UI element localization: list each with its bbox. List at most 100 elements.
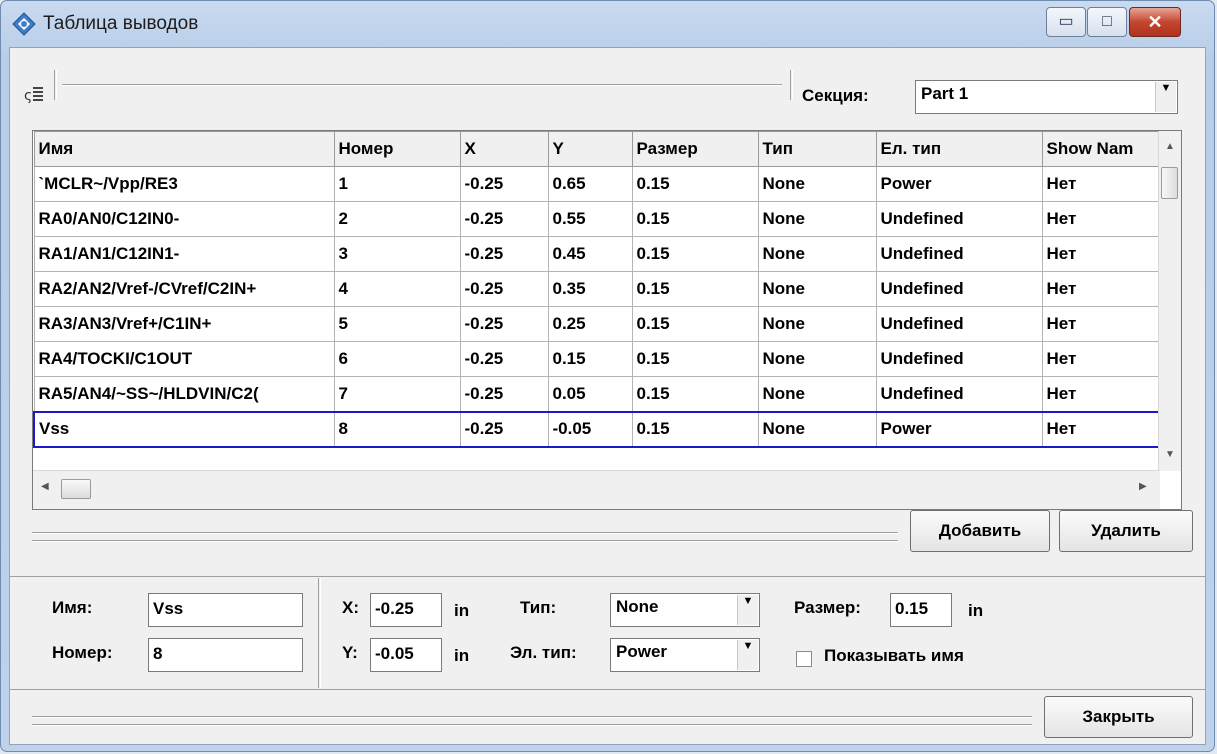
y-input[interactable]: -0.05 xyxy=(370,638,442,672)
table-cell[interactable]: -0.05 xyxy=(547,410,633,448)
table-cell[interactable]: -0.25 xyxy=(459,376,549,412)
table-cell[interactable]: 0.15 xyxy=(631,376,759,412)
table-cell[interactable]: -0.25 xyxy=(459,410,549,448)
table-cell[interactable]: Undefined xyxy=(875,306,1043,342)
column-header[interactable]: Show Nam xyxy=(1041,131,1163,167)
table-cell[interactable]: 0.55 xyxy=(547,201,633,237)
table-cell[interactable]: None xyxy=(757,166,877,202)
table-row[interactable]: RA1/AN1/C12IN1- 3 -0.25 0.45 0.15 None Undefin… xyxy=(33,236,1163,272)
table-cell[interactable]: 0.15 xyxy=(631,341,759,377)
table-cell[interactable]: -0.25 xyxy=(459,166,549,202)
table-cell[interactable]: RA2/AN2/Vref-/CVref/C2IN+ xyxy=(33,271,335,307)
table-cell[interactable]: Undefined xyxy=(875,271,1043,307)
table-cell[interactable]: 0.25 xyxy=(547,306,633,342)
column-header[interactable]: Ел. тип xyxy=(875,131,1043,167)
type-select[interactable]: None ▼ xyxy=(610,593,760,627)
size-input[interactable]: 0.15 xyxy=(890,593,952,627)
table-cell[interactable]: 0.05 xyxy=(547,376,633,412)
chevron-down-icon[interactable]: ▼ xyxy=(1155,82,1176,112)
table-cell[interactable]: 8 xyxy=(333,410,461,448)
column-header[interactable]: Размер xyxy=(631,131,759,167)
scroll-right-icon[interactable]: ▶ xyxy=(1139,481,1147,492)
table-row[interactable]: RA2/AN2/Vref-/CVref/C2IN+ 4 -0.25 0.35 0.15 N… xyxy=(33,271,1163,307)
scroll-down-icon[interactable]: ▼ xyxy=(1165,449,1175,460)
table-cell[interactable]: 1 xyxy=(333,166,461,202)
close-window-button[interactable]: ✕ xyxy=(1129,7,1181,37)
table-cell[interactable]: -0.25 xyxy=(459,271,549,307)
table-row[interactable]: Vss 8 -0.25 -0.05 0.15 None Power Нет xyxy=(33,410,1163,448)
table-cell[interactable]: Undefined xyxy=(875,236,1043,272)
table-cell[interactable]: Vss xyxy=(33,410,335,448)
vertical-scroll-thumb[interactable] xyxy=(1161,167,1178,199)
table-row[interactable]: RA0/AN0/C12IN0- 2 -0.25 0.55 0.15 None Undefin… xyxy=(33,201,1163,237)
table-cell[interactable]: `MCLR~/Vpp/RE3 xyxy=(33,166,335,202)
scroll-left-icon[interactable]: ◀ xyxy=(41,481,49,492)
table-cell[interactable]: Power xyxy=(875,410,1043,448)
column-header[interactable]: Тип xyxy=(757,131,877,167)
section-select[interactable]: Part 1 ▼ xyxy=(915,80,1178,114)
table-cell[interactable]: Нет xyxy=(1041,341,1163,377)
column-header[interactable]: X xyxy=(459,131,549,167)
column-header[interactable]: Имя xyxy=(33,131,335,167)
name-input[interactable]: Vss xyxy=(148,593,303,627)
table-cell[interactable]: -0.25 xyxy=(459,201,549,237)
table-cell[interactable]: RA4/TOCKI/C1OUT xyxy=(33,341,335,377)
column-header[interactable]: Номер xyxy=(333,131,461,167)
table-cell[interactable]: None xyxy=(757,376,877,412)
table-cell[interactable]: 6 xyxy=(333,341,461,377)
table-cell[interactable]: None xyxy=(757,271,877,307)
table-cell[interactable]: 2 xyxy=(333,201,461,237)
horizontal-scroll-thumb[interactable] xyxy=(61,479,91,499)
table-cell[interactable]: 0.15 xyxy=(631,166,759,202)
table-cell[interactable]: 4 xyxy=(333,271,461,307)
table-cell[interactable]: None xyxy=(757,236,877,272)
table-cell[interactable]: 7 xyxy=(333,376,461,412)
add-button[interactable]: Добавить xyxy=(910,510,1050,552)
table-cell[interactable]: 0.15 xyxy=(547,341,633,377)
table-cell[interactable]: Нет xyxy=(1041,410,1163,448)
table-cell[interactable]: 5 xyxy=(333,306,461,342)
table-row[interactable]: `MCLR~/Vpp/RE3 1 -0.25 0.65 0.15 None Power Нет xyxy=(33,166,1163,202)
table-cell[interactable]: Undefined xyxy=(875,376,1043,412)
table-row[interactable]: RA3/AN3/Vref+/C1IN+ 5 -0.25 0.25 0.15 None Und… xyxy=(33,306,1163,342)
scroll-up-icon[interactable]: ▲ xyxy=(1165,141,1175,152)
table-cell[interactable]: Нет xyxy=(1041,306,1163,342)
title-bar[interactable]: Таблица выводов ▭ □ ✕ xyxy=(1,1,1214,47)
table-cell[interactable]: 0.65 xyxy=(547,166,633,202)
show-name-checkbox[interactable] xyxy=(796,651,812,667)
table-cell[interactable]: 0.15 xyxy=(631,306,759,342)
column-header[interactable]: Y xyxy=(547,131,633,167)
table-cell[interactable]: 0.15 xyxy=(631,410,759,448)
table-cell[interactable]: RA5/AN4/~SS~/HLDVIN/C2( xyxy=(33,376,335,412)
table-cell[interactable]: Нет xyxy=(1041,166,1163,202)
table-cell[interactable]: 0.15 xyxy=(631,201,759,237)
number-input[interactable]: 8 xyxy=(148,638,303,672)
table-row[interactable]: RA5/AN4/~SS~/HLDVIN/C2(7 -0.25 0.05 0.15 Non… xyxy=(33,376,1163,412)
table-cell[interactable]: Нет xyxy=(1041,271,1163,307)
table-cell[interactable]: 3 xyxy=(333,236,461,272)
table-cell[interactable]: -0.25 xyxy=(459,341,549,377)
x-input[interactable]: -0.25 xyxy=(370,593,442,627)
table-cell[interactable]: Нет xyxy=(1041,201,1163,237)
list-sort-icon[interactable]: ς xyxy=(24,84,46,106)
pin-grid[interactable]: Имя Номер X Y Размер Тип Ел. тип Show Nam `MCLR… xyxy=(32,130,1182,510)
table-row[interactable]: RA4/TOCKI/C1OUT 6 -0.25 0.15 0.15 None Undefin… xyxy=(33,341,1163,377)
table-cell[interactable]: 0.15 xyxy=(631,236,759,272)
table-cell[interactable]: Power xyxy=(875,166,1043,202)
table-cell[interactable]: 0.45 xyxy=(547,236,633,272)
table-cell[interactable]: None xyxy=(757,410,877,448)
vertical-scrollbar[interactable]: ▲ ▼ xyxy=(1158,131,1181,471)
horizontal-scrollbar[interactable]: ◀ ▶ xyxy=(33,470,1160,509)
table-cell[interactable]: Нет xyxy=(1041,376,1163,412)
table-cell[interactable]: -0.25 xyxy=(459,236,549,272)
show-name-label[interactable]: Показывать имя xyxy=(824,646,964,666)
delete-button[interactable]: Удалить xyxy=(1059,510,1193,552)
chevron-down-icon[interactable]: ▼ xyxy=(737,640,758,670)
minimize-button[interactable]: ▭ xyxy=(1046,7,1086,37)
table-cell[interactable]: 0.15 xyxy=(631,271,759,307)
maximize-button[interactable]: □ xyxy=(1087,7,1127,37)
table-cell[interactable]: RA1/AN1/C12IN1- xyxy=(33,236,335,272)
table-cell[interactable]: RA0/AN0/C12IN0- xyxy=(33,201,335,237)
table-cell[interactable]: None xyxy=(757,341,877,377)
table-cell[interactable]: 0.35 xyxy=(547,271,633,307)
